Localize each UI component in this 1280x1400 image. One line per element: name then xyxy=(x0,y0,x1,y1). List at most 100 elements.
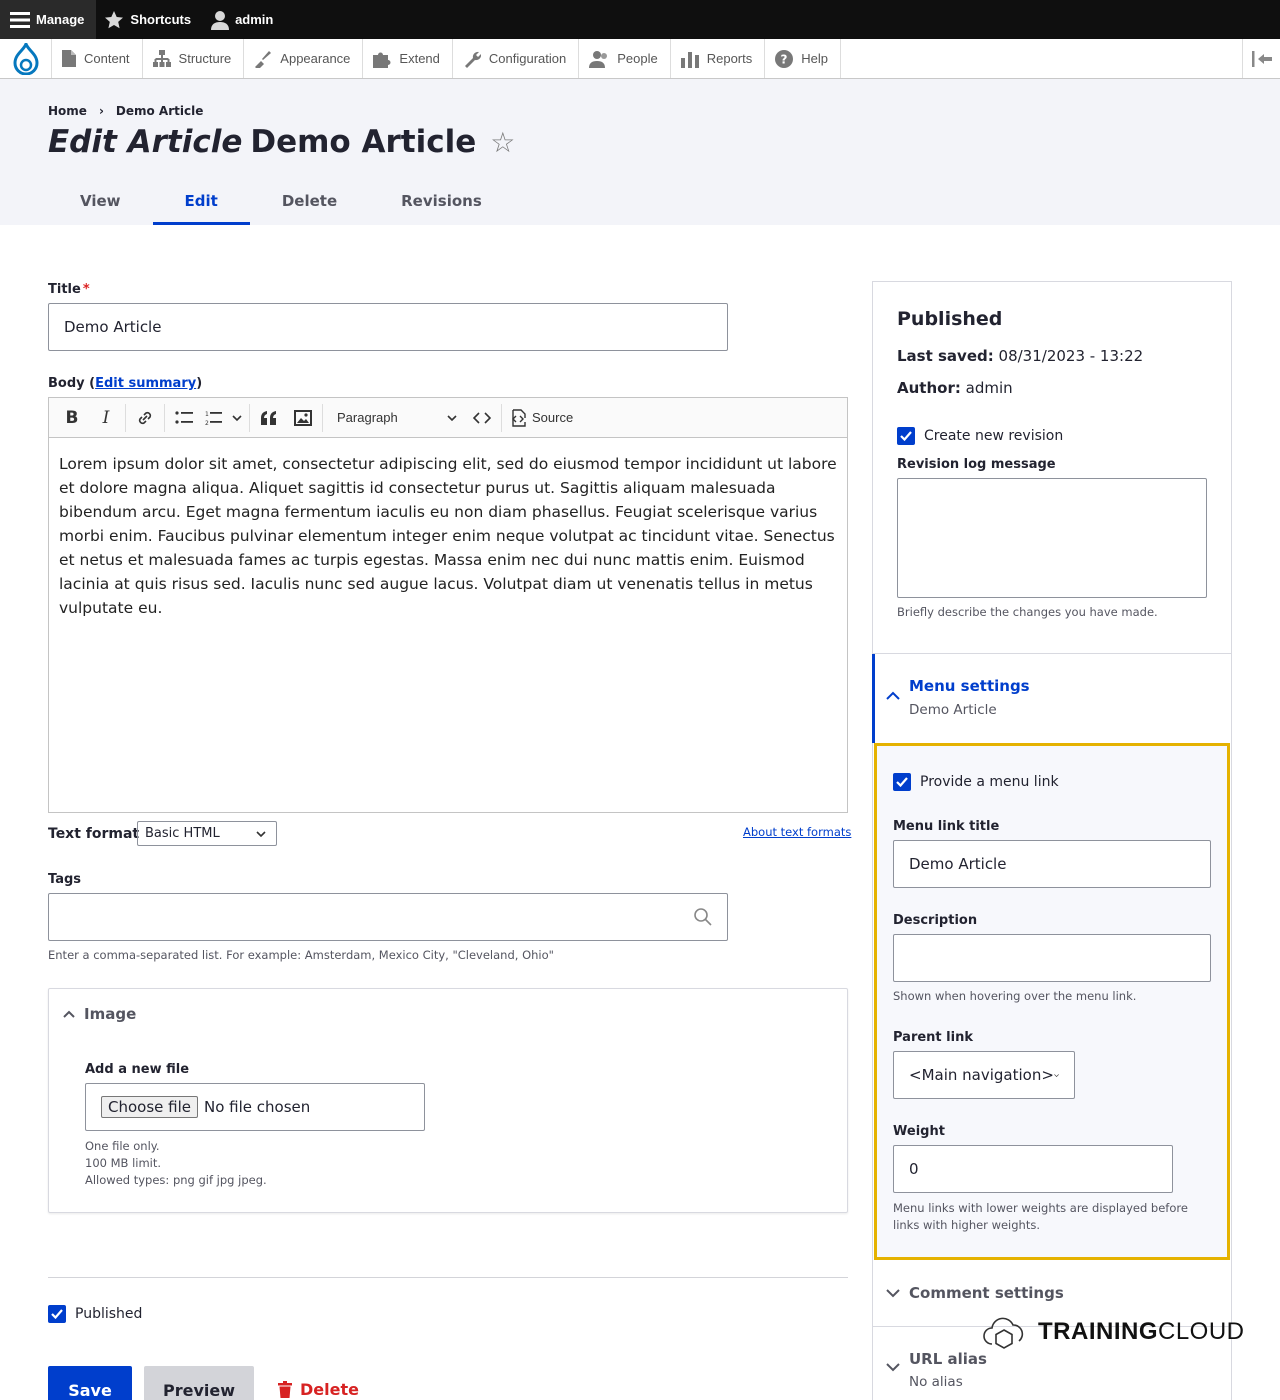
url-alias-title: URL alias xyxy=(909,1350,987,1368)
manage-label: Manage xyxy=(36,12,85,27)
menu-structure[interactable]: Structure xyxy=(143,39,245,78)
numbered-list-button[interactable]: 12 xyxy=(201,403,247,433)
drupal-logo[interactable] xyxy=(0,39,52,78)
menu-link-title-input[interactable]: Demo Article xyxy=(893,840,1211,888)
bulleted-list-icon xyxy=(175,410,193,424)
heading-dropdown[interactable]: Paragraph xyxy=(325,403,465,433)
checkbox-checked[interactable] xyxy=(893,773,911,791)
toolbar-separator xyxy=(164,403,165,432)
status-title: Published xyxy=(897,308,1003,330)
bold-button[interactable]: B xyxy=(55,403,89,433)
published-checkbox[interactable]: Published xyxy=(48,1305,142,1323)
file-description: One file only. 100 MB limit. Allowed typ… xyxy=(85,1139,267,1187)
image-title: Image xyxy=(84,1005,137,1023)
cloud-logo-icon xyxy=(983,1317,1024,1349)
parent-link-select[interactable]: <Main navigation> xyxy=(893,1051,1075,1099)
chevron-down-icon xyxy=(256,830,266,837)
comment-settings-summary[interactable]: Comment settings xyxy=(886,1284,1064,1302)
menu-configuration[interactable]: Configuration xyxy=(453,39,580,78)
menu-appearance[interactable]: Appearance xyxy=(244,39,364,78)
revision-log-description: Briefly describe the changes you have ma… xyxy=(897,605,1158,619)
hamburger-icon xyxy=(10,11,30,28)
user-toggle[interactable]: admin xyxy=(203,0,285,39)
menu-help[interactable]: ? Help xyxy=(765,39,841,78)
link-button[interactable] xyxy=(128,403,162,433)
tab-delete[interactable]: Delete xyxy=(250,178,369,225)
admin-menu-tray: Content Structure Appearance Extend Conf… xyxy=(0,39,1280,79)
sidebar-divider xyxy=(873,653,1231,654)
quote-icon xyxy=(261,410,276,425)
menu-link-title-label: Menu link title xyxy=(893,819,1000,834)
checkbox-checked[interactable] xyxy=(48,1305,66,1323)
description-help: Shown when hovering over the menu link. xyxy=(893,989,1137,1003)
tab-revisions[interactable]: Revisions xyxy=(369,178,514,225)
tags-input[interactable] xyxy=(48,893,728,941)
about-text-formats-link[interactable]: About text formats xyxy=(743,825,851,839)
create-revision-checkbox[interactable]: Create new revision xyxy=(897,427,1063,445)
image-button[interactable] xyxy=(286,403,320,433)
delete-link[interactable]: Delete xyxy=(278,1380,359,1399)
manage-toggle[interactable]: Manage xyxy=(0,0,97,39)
title-label: Title * xyxy=(48,282,90,297)
tab-view[interactable]: View xyxy=(48,178,153,225)
toolbar-separator xyxy=(501,403,502,432)
menu-content[interactable]: Content xyxy=(52,39,143,78)
page-title-text: Demo Article xyxy=(250,124,477,160)
check-icon xyxy=(51,1309,63,1319)
save-button[interactable]: Save xyxy=(48,1366,132,1400)
tags-description: Enter a comma-separated list. For exampl… xyxy=(48,948,554,962)
breadcrumb-home[interactable]: Home xyxy=(48,104,87,118)
text-format-select[interactable]: Basic HTML xyxy=(137,821,277,846)
bulleted-list-button[interactable] xyxy=(167,403,201,433)
provide-menu-link-label: Provide a menu link xyxy=(920,774,1059,790)
menu-extend[interactable]: Extend xyxy=(363,39,453,78)
admin-toolbar: Manage Shortcuts admin xyxy=(0,0,1280,39)
add-file-label: Add a new file xyxy=(85,1062,190,1077)
weight-label: Weight xyxy=(893,1124,945,1139)
title-input[interactable]: Demo Article xyxy=(48,303,728,351)
chevron-up-icon xyxy=(63,1010,75,1018)
last-saved-label: Last saved: xyxy=(897,347,994,365)
editor-toolbar: B I 12 Paragraph Source xyxy=(49,398,847,438)
source-label: Source xyxy=(532,410,574,425)
menu-people[interactable]: People xyxy=(579,39,671,78)
link-icon xyxy=(138,411,152,424)
editor-content[interactable]: Lorem ipsum dolor sit amet, consectetur … xyxy=(49,438,847,634)
parent-link-label: Parent link xyxy=(893,1030,973,1045)
bar-chart-icon xyxy=(680,51,699,68)
svg-text:1: 1 xyxy=(205,411,209,418)
shortcut-star-icon[interactable]: ☆ xyxy=(490,126,515,159)
shortcuts-toggle[interactable]: Shortcuts xyxy=(96,0,203,39)
revision-log-textarea[interactable] xyxy=(897,478,1207,598)
menu-reports[interactable]: Reports xyxy=(671,39,766,78)
author-label: Author: xyxy=(897,379,961,397)
provide-menu-link-checkbox[interactable]: Provide a menu link xyxy=(893,773,1059,791)
search-icon xyxy=(694,908,712,926)
choose-file-button[interactable]: Choose file xyxy=(101,1096,198,1118)
edit-summary-link[interactable]: Edit summary xyxy=(95,376,196,391)
weight-input[interactable]: 0 xyxy=(893,1145,1173,1193)
preview-button[interactable]: Preview xyxy=(144,1366,254,1400)
trash-icon xyxy=(278,1381,292,1398)
checkbox-checked[interactable] xyxy=(897,427,915,445)
source-button[interactable]: Source xyxy=(504,403,579,433)
blockquote-button[interactable] xyxy=(252,403,286,433)
image-summary[interactable]: Image xyxy=(63,1005,136,1023)
url-alias-summary-text: No alias xyxy=(909,1374,963,1390)
menu-settings-title: Menu settings xyxy=(909,677,1030,695)
check-icon xyxy=(896,777,908,787)
active-section-marker xyxy=(872,654,875,743)
page-title-prefix: Edit Article xyxy=(48,124,243,160)
code-button[interactable] xyxy=(465,403,499,433)
menu-settings-summary-text: Demo Article xyxy=(909,702,997,718)
heading-dropdown-value: Paragraph xyxy=(337,410,398,425)
tray-orientation-toggle[interactable] xyxy=(1242,39,1280,78)
code-icon xyxy=(473,411,491,424)
structure-icon xyxy=(152,50,171,67)
tab-edit[interactable]: Edit xyxy=(152,178,250,225)
toolbar-separator xyxy=(322,403,323,432)
file-input[interactable]: Choose file No file chosen xyxy=(85,1083,425,1131)
breadcrumb-current[interactable]: Demo Article xyxy=(116,104,203,118)
description-input[interactable] xyxy=(893,934,1211,982)
italic-button[interactable]: I xyxy=(89,403,123,433)
